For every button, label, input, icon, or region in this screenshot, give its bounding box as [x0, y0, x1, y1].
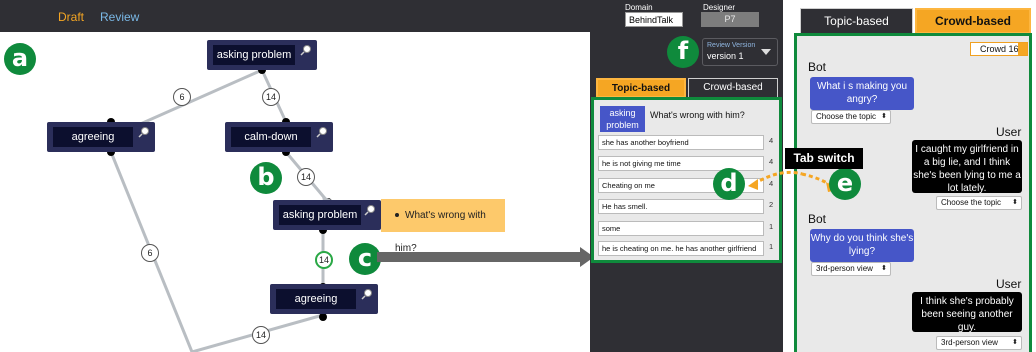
badge-a: a	[4, 43, 36, 75]
crowd-tab-crowd-based[interactable]: Crowd-based	[915, 8, 1031, 34]
badge-e: e	[829, 168, 861, 200]
answer-row[interactable]: she has another boyfriend	[598, 135, 764, 150]
topic-select-value: Choose the topic	[816, 112, 877, 121]
crowd-tab-topic-based[interactable]: Topic-based	[800, 8, 913, 34]
node-label: agreeing	[53, 127, 133, 147]
caret-icon	[1018, 43, 1027, 55]
answer-row[interactable]: He has smell.	[598, 199, 764, 214]
tab-topic-based[interactable]: Topic-based	[596, 78, 686, 98]
view-select[interactable]: 3rd-person view ⬍	[936, 336, 1022, 350]
answer-count: 4	[769, 136, 774, 145]
node-agreeing[interactable]: agreeing	[47, 122, 155, 152]
annotation-arrow	[377, 252, 582, 262]
edge-count[interactable]: 14	[252, 326, 270, 344]
edge-count[interactable]: 6	[141, 244, 159, 262]
bullet-icon	[395, 213, 399, 218]
node-label: asking problem	[279, 205, 361, 225]
magnifier-icon[interactable]	[316, 126, 328, 138]
topic-select[interactable]: Choose the topic ⬍	[936, 196, 1022, 210]
speaker-label: Bot	[808, 212, 827, 226]
answer-count: 1	[769, 242, 774, 251]
review-version-value: version 1	[707, 51, 744, 61]
edge-count[interactable]: 14	[297, 168, 315, 186]
node-agreeing-2[interactable]: agreeing	[270, 284, 378, 314]
answer-row[interactable]: he is cheating on me. he has another gir…	[598, 241, 764, 256]
node-label: asking problem	[213, 45, 295, 65]
node-label: calm-down	[231, 127, 311, 147]
answer-count: 2	[769, 200, 774, 209]
view-select[interactable]: 3rd-person view ⬍	[811, 262, 891, 276]
tab-switch-callout: Tab switch	[785, 148, 863, 169]
edge-count[interactable]: 6	[173, 88, 191, 106]
updown-icon: ⬍	[1012, 199, 1018, 206]
node-asking-problem-2[interactable]: asking problem	[273, 200, 381, 230]
node-calm-down[interactable]: calm-down	[225, 122, 333, 152]
tab-review[interactable]: Review	[100, 10, 139, 24]
bot-message: What i s making you angry?	[810, 77, 914, 110]
edge-count[interactable]: 14	[262, 88, 280, 106]
user-message: I think she's probably been seeing anoth…	[912, 292, 1022, 333]
magnifier-icon[interactable]	[300, 44, 312, 56]
updown-icon: ⬍	[881, 265, 887, 272]
topic-question: What's wrong with him?	[650, 110, 745, 120]
domain-label: Domain	[625, 3, 653, 12]
crowd-select-value: Crowd 16	[980, 44, 1019, 54]
answer-row[interactable]: some	[598, 221, 764, 236]
edge-count-selected[interactable]: 14	[315, 251, 333, 269]
view-select-value: 3rd-person view	[941, 338, 998, 347]
speaker-label: User	[996, 125, 1022, 139]
caret-down-icon	[761, 49, 771, 55]
tab-draft[interactable]: Draft	[58, 10, 84, 24]
port-dot	[319, 313, 327, 321]
crowd-select[interactable]: Crowd 16	[970, 42, 1028, 56]
magnifier-icon[interactable]	[361, 288, 373, 300]
answer-count: 1	[769, 222, 774, 231]
updown-icon: ⬍	[881, 113, 887, 120]
node-asking-problem[interactable]: asking problem	[207, 40, 317, 70]
topic-select[interactable]: Choose the topic ⬍	[811, 110, 891, 124]
view-select-value: 3rd-person view	[816, 264, 873, 273]
tab-crowd-based[interactable]: Crowd-based	[688, 78, 778, 98]
bot-message: Why do you think she's lying?	[810, 229, 914, 262]
user-message: I caught my girlfriend in a big lie, and…	[912, 140, 1022, 194]
node-label: agreeing	[276, 289, 356, 309]
designer-label: Designer	[703, 3, 736, 12]
badge-d: d	[713, 168, 745, 200]
updown-icon: ⬍	[1012, 339, 1018, 346]
review-version-label: Review Version	[707, 42, 756, 49]
badge-f: f	[667, 36, 699, 68]
badge-b: b	[250, 162, 282, 194]
node-note: What's wrong with him?	[381, 199, 505, 254]
magnifier-icon[interactable]	[364, 204, 376, 216]
top-bar: Draft Review Domain Designer BehindTalk …	[0, 0, 783, 32]
magnifier-icon[interactable]	[138, 126, 150, 138]
speaker-label: User	[996, 277, 1022, 291]
topic-chip: asking problem	[600, 106, 645, 132]
topic-select-value: Choose the topic	[941, 198, 1002, 207]
domain-input[interactable]: BehindTalk	[625, 12, 683, 27]
speaker-label: Bot	[808, 60, 827, 74]
designer-main-window: Draft Review Domain Designer BehindTalk …	[0, 0, 783, 352]
designer-value: P7	[701, 12, 759, 27]
flow-canvas[interactable]: asking problem agreeing calm-down asking…	[0, 32, 590, 352]
review-version-select[interactable]: Review Version version 1	[702, 38, 778, 66]
